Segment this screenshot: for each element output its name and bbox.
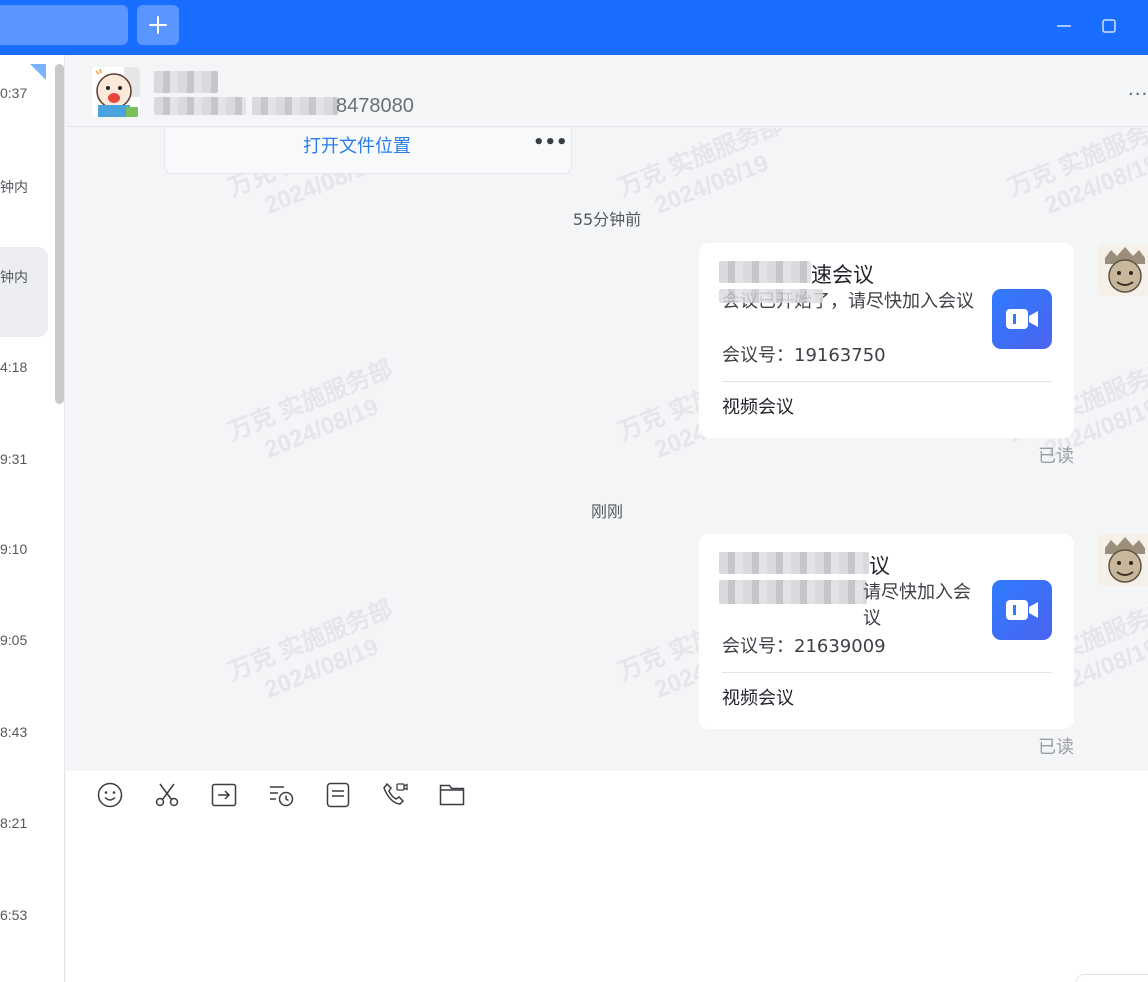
session-time: 4:18: [0, 359, 28, 375]
contact-id-blurred: [252, 97, 338, 115]
call-icon: [383, 782, 408, 805]
video-meeting-icon: [992, 289, 1052, 349]
emoji-button[interactable]: [96, 781, 124, 809]
file-card: 打开文件位置 •••: [164, 128, 572, 174]
king-avatar-icon: [1097, 244, 1148, 296]
history-button[interactable]: [267, 781, 295, 809]
session-time: 9:31: [0, 451, 28, 467]
notes-button[interactable]: [324, 781, 352, 809]
session-list-scrollbar[interactable]: [55, 64, 64, 404]
session-time: 6:53: [0, 907, 28, 923]
search-box[interactable]: [0, 5, 128, 45]
session-item[interactable]: 9:05: [0, 612, 48, 702]
emoji-icon: [97, 782, 123, 808]
king-avatar-icon: [1097, 534, 1148, 586]
session-item[interactable]: 8:21: [0, 795, 48, 885]
session-item[interactable]: 8:43: [0, 704, 48, 794]
chat-header: 8478080 ...: [66, 55, 1148, 127]
cartoon-avatar-icon: [92, 67, 140, 117]
session-list: 0:37 钟内 钟内 4:18 9:31 9:10 9:05 8:43 8:21…: [0, 55, 65, 982]
notes-icon: [326, 782, 350, 808]
meeting-type-label: 视频会议: [722, 397, 794, 418]
meeting-desc-blurred: [719, 580, 867, 604]
meeting-number: 会议号：19163750: [722, 345, 886, 366]
session-time: 8:21: [0, 815, 28, 831]
session-item[interactable]: 9:31: [0, 431, 48, 521]
watermark: 万克 实施服务部2024/08/19: [224, 355, 397, 464]
session-item-active[interactable]: 钟内: [0, 247, 48, 337]
chat-more-button[interactable]: ...: [1128, 79, 1148, 100]
plus-icon: [149, 16, 167, 34]
time-separator: 刚刚: [590, 502, 623, 521]
file-more-button[interactable]: •••: [533, 132, 568, 153]
session-time: 钟内: [0, 179, 28, 195]
contact-id: 8478080: [336, 95, 414, 117]
session-time: 8:43: [0, 724, 28, 740]
contact-org-blurred: [154, 97, 246, 115]
meeting-desc: 请尽快加入会议: [863, 582, 971, 629]
maximize-button[interactable]: [1097, 14, 1121, 38]
session-item[interactable]: 9:10: [0, 521, 48, 611]
screenshot-button[interactable]: [153, 781, 181, 809]
meeting-card[interactable]: 议 请尽快加入会议 会议号：21639009 视频会议: [699, 534, 1074, 729]
meeting-title: 速会议: [811, 263, 874, 287]
send-file-icon: [211, 783, 237, 807]
session-item[interactable]: 6:53: [0, 887, 48, 977]
scissors-icon: [155, 783, 179, 807]
session-time: 钟内: [0, 269, 28, 285]
session-item[interactable]: 4:18: [0, 339, 48, 429]
folder-button[interactable]: [438, 781, 466, 809]
read-status: 已读: [1038, 737, 1074, 758]
read-status: 已读: [1038, 446, 1074, 467]
session-time: 0:37: [0, 85, 28, 101]
contact-name-blurred: [154, 71, 218, 93]
call-button[interactable]: [381, 781, 409, 809]
meeting-type-label: 视频会议: [722, 688, 794, 709]
title-bar: [0, 0, 1148, 55]
minimize-icon: [1057, 25, 1071, 27]
send-area-corner: [1076, 974, 1148, 982]
meeting-divider: [722, 672, 1052, 673]
folder-icon: [439, 784, 465, 806]
contact-avatar[interactable]: [92, 67, 140, 117]
meeting-card[interactable]: 速会议 会议已开始了，请尽快加入会议 会议号：19163750 视频会议: [699, 243, 1074, 438]
session-time: 9:10: [0, 541, 28, 557]
add-button[interactable]: [137, 5, 179, 45]
session-time: 9:05: [0, 632, 28, 648]
time-separator: 55分钟前: [572, 210, 642, 229]
session-item[interactable]: 0:37: [0, 55, 48, 145]
meeting-desc-blurred: [719, 289, 823, 303]
meeting-title-blurred: [719, 261, 811, 283]
watermark: 万克 实施服务部2024/08/19: [224, 595, 397, 704]
meeting-divider: [722, 381, 1052, 382]
message-area: 万克 实施服务部2024/08/19 万克 实施服务部2024/08/19 万克…: [66, 128, 1148, 771]
meeting-number: 会议号：21639009: [722, 636, 886, 657]
meeting-title-blurred: [719, 552, 869, 574]
video-meeting-icon: [992, 580, 1052, 640]
minimize-button[interactable]: [1052, 14, 1076, 38]
send-file-button[interactable]: [210, 781, 238, 809]
self-avatar[interactable]: [1097, 534, 1148, 586]
input-area[interactable]: [66, 771, 1148, 982]
open-file-location-link[interactable]: 打开文件位置: [303, 132, 411, 158]
session-item[interactable]: 钟内: [0, 147, 48, 237]
history-icon: [270, 786, 294, 807]
maximize-icon: [1102, 19, 1116, 33]
meeting-title: 议: [869, 554, 890, 578]
self-avatar[interactable]: [1097, 244, 1148, 296]
